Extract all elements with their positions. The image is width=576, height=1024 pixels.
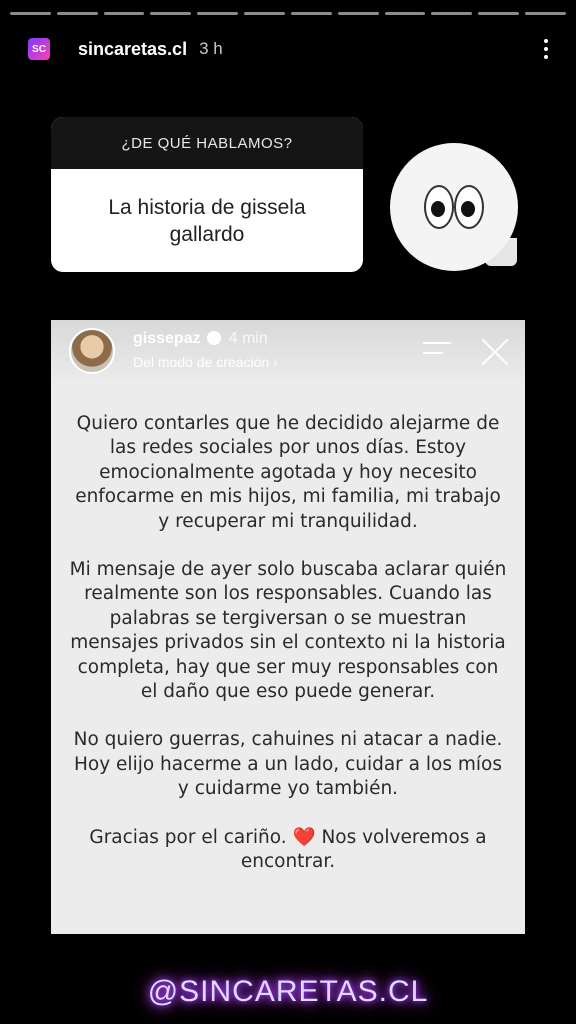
right-eye-icon (454, 185, 484, 229)
question-sticker-answer: La historia de gissela gallardo (108, 195, 306, 246)
reposted-user-avatar (69, 328, 115, 374)
reposted-story-card: gissepaz 4 min Del modo de creación › Qui… (51, 320, 525, 934)
progress-segment (103, 12, 145, 15)
reposted-time: 4 min (228, 330, 268, 347)
reposted-username: gissepaz (133, 330, 201, 347)
watermark-handle: @SINCARETAS.CL (147, 975, 429, 1008)
reposted-story-header (51, 320, 525, 384)
story-time: 3 h (199, 39, 223, 58)
statement-text: Quiero contarles que he decidido alejarm… (67, 412, 509, 899)
menu-icon (423, 342, 451, 362)
progress-segment (244, 12, 285, 15)
progress-segment (290, 12, 332, 15)
statement-paragraph: No quiero guerras, cahuines ni atacar a … (73, 729, 503, 800)
left-eye-icon (424, 185, 454, 229)
more-options-icon[interactable] (536, 39, 556, 59)
progress-segment (56, 12, 98, 15)
question-sticker[interactable]: ¿DE QUÉ HABLAMOS? La historia de gissela… (51, 117, 363, 272)
progress-segment (150, 12, 192, 15)
progress-segment (197, 12, 239, 15)
statement-paragraph: Quiero contarles que he decidido alejarm… (75, 413, 501, 532)
reposted-user-line: gissepaz 4 min (133, 330, 268, 348)
close-icon (479, 336, 511, 368)
statement-paragraph: Mi mensaje de ayer solo buscaba aclarar … (69, 559, 507, 703)
progress-segment (431, 12, 473, 15)
question-sticker-header: ¿DE QUÉ HABLAMOS? (51, 117, 363, 169)
heart-icon: ❤️ (292, 826, 316, 848)
progress-segment (337, 12, 379, 15)
progress-segment (384, 12, 426, 15)
closing-text: Gracias por el cariño. (89, 826, 287, 848)
story-header: SC sincaretas.cl 3 h (28, 32, 556, 66)
progress-segment (10, 12, 51, 15)
story-progress-bar (10, 12, 566, 15)
verified-icon (206, 331, 221, 345)
account-name[interactable]: sincaretas.cl (78, 39, 187, 60)
progress-segment (478, 12, 520, 15)
reposted-subtitle: Del modo de creación › (133, 354, 278, 370)
statement-closing: Gracias por el cariño. ❤️ Nos volveremos… (67, 826, 509, 875)
eyes-emoji-sticker (390, 143, 518, 271)
account-avatar[interactable]: SC (28, 38, 50, 60)
progress-segment (525, 12, 566, 15)
